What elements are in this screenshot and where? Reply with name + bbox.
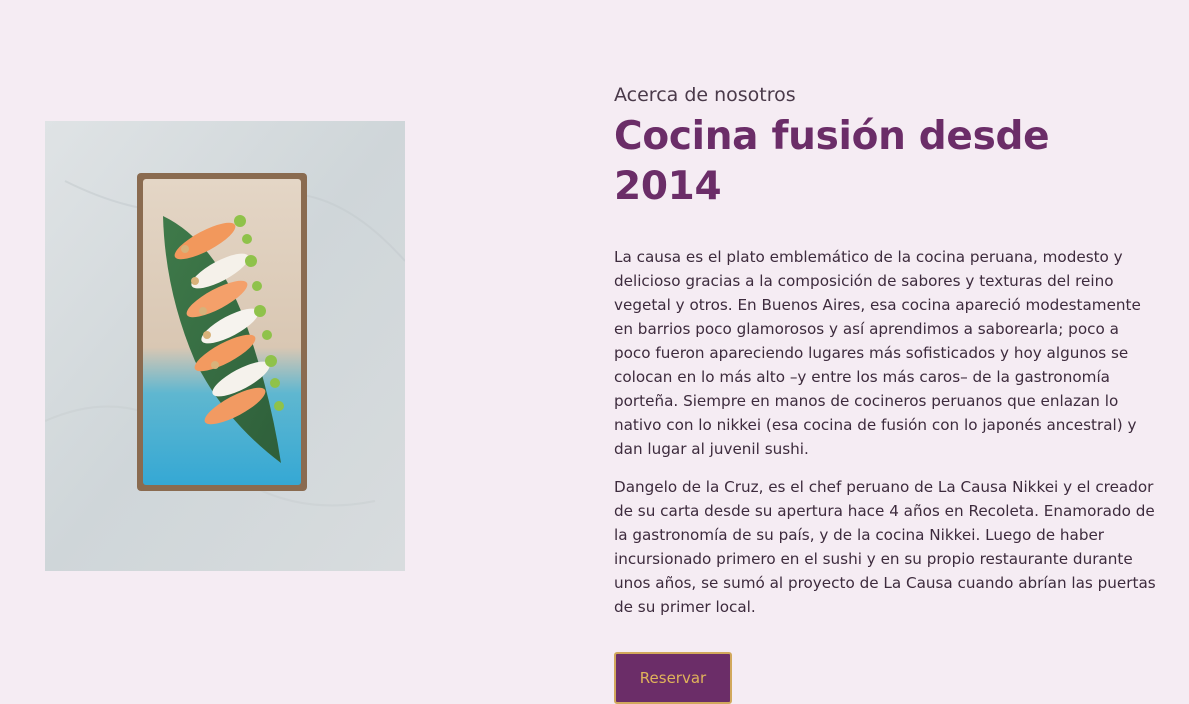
reserve-button[interactable]: Reservar	[614, 652, 732, 704]
about-paragraph-2: Dangelo de la Cruz, es el chef peruano d…	[614, 478, 1156, 616]
section-eyebrow: Acerca de nosotros	[614, 84, 796, 106]
sushi-plate-photo	[45, 121, 405, 571]
about-section: Acerca de nosotros Cocina fusión desde 2…	[614, 82, 1159, 704]
section-title: Cocina fusión desde 2014	[614, 114, 1050, 209]
about-paragraph-1: La causa es el plato emblemático de la c…	[614, 248, 1141, 458]
